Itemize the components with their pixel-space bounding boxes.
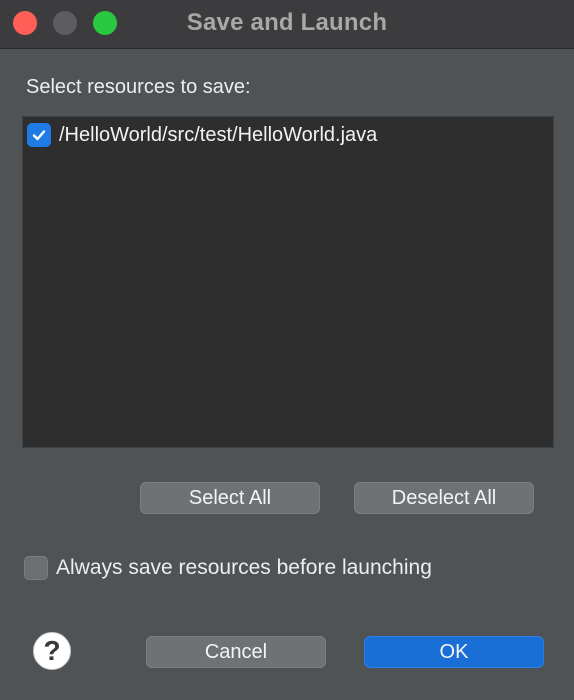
question-mark-icon: ? bbox=[43, 635, 61, 666]
cancel-button[interactable]: Cancel bbox=[146, 636, 326, 668]
select-all-button[interactable]: Select All bbox=[140, 482, 320, 514]
resources-list[interactable]: /HelloWorld/src/test/HelloWorld.java bbox=[22, 116, 554, 448]
title-bar: Save and Launch bbox=[0, 0, 574, 49]
window-title: Save and Launch bbox=[186, 9, 388, 36]
always-save-label: Always save resources before launching bbox=[56, 556, 432, 579]
save-and-launch-dialog: Save and Launch Select resources to save… bbox=[0, 0, 574, 700]
ok-button[interactable]: OK bbox=[364, 636, 544, 668]
resource-path: /HelloWorld/src/test/HelloWorld.java bbox=[59, 123, 378, 146]
always-save-checkbox[interactable] bbox=[24, 556, 48, 580]
select-resources-label: Select resources to save: bbox=[26, 76, 251, 98]
deselect-all-button[interactable]: Deselect All bbox=[354, 482, 534, 514]
always-save-option[interactable]: Always save resources before launching bbox=[24, 555, 432, 581]
help-button[interactable]: ? bbox=[33, 632, 71, 670]
checkmark-icon bbox=[32, 130, 46, 141]
list-item[interactable]: /HelloWorld/src/test/HelloWorld.java bbox=[27, 121, 377, 149]
resource-checkbox[interactable] bbox=[27, 123, 51, 147]
